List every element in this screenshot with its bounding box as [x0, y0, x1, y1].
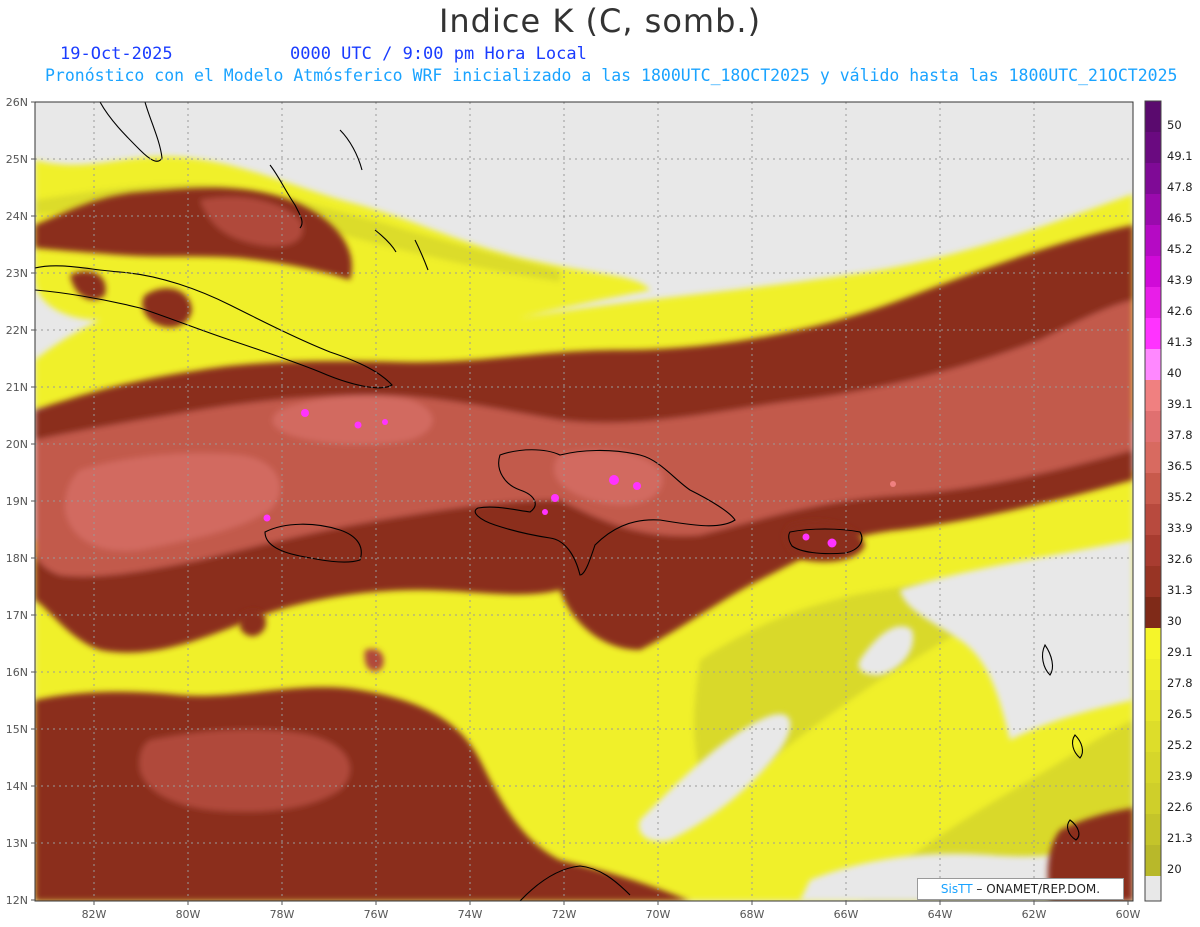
- lat-label: 15N: [6, 723, 28, 736]
- lon-label: 68W: [740, 908, 765, 921]
- colorbar-segment: [1145, 194, 1161, 225]
- colorbar-label: 50: [1167, 118, 1182, 132]
- lon-label: 60W: [1116, 908, 1141, 921]
- colorbar-label: 36.5: [1167, 459, 1193, 473]
- colorbar-segment: [1145, 504, 1161, 535]
- lon-label: 76W: [364, 908, 389, 921]
- colorbar-segment: [1145, 380, 1161, 411]
- lat-label: 16N: [6, 666, 28, 679]
- colorbar-label: 42.6: [1167, 304, 1193, 318]
- lon-label: 82W: [82, 908, 107, 921]
- colorbar-label: 20: [1167, 862, 1182, 876]
- colorbar-segment: [1145, 752, 1161, 783]
- colorbar-label: 35.2: [1167, 490, 1193, 504]
- colorbar-segment: [1145, 349, 1161, 380]
- lat-label: 20N: [6, 438, 28, 451]
- colorbar-label: 31.3: [1167, 583, 1193, 597]
- colorbar-label: 40: [1167, 366, 1182, 380]
- latitude-labels: 26N 25N 24N 23N 22N 21N 20N 19N 18N 17N 16N 15N 14N 1…: [6, 96, 35, 907]
- colorbar-label: 33.9: [1167, 521, 1193, 535]
- colorbar-segment: [1145, 101, 1161, 132]
- colorbar-segment: [1145, 411, 1161, 442]
- colorbar-segment: [1145, 318, 1161, 349]
- lat-label: 25N: [6, 153, 28, 166]
- credit-box: SisTT – ONAMET/REP.DOM.: [917, 878, 1124, 900]
- lon-label: 66W: [834, 908, 859, 921]
- colorbar-label: 32.6: [1167, 552, 1193, 566]
- colorbar-label: 30: [1167, 614, 1182, 628]
- forecast-map: 26N 25N 24N 23N 22N 21N 20N 19N 18N 17N 16N 15N 14N 1…: [6, 96, 1193, 921]
- lat-label: 12N: [6, 894, 28, 907]
- colorbar-label: 29.1: [1167, 645, 1193, 659]
- credit-brand: SisTT: [940, 882, 973, 896]
- colorbar-segment: [1145, 628, 1161, 659]
- colorbar-segment: [1145, 225, 1161, 256]
- colorbar-label: 23.9: [1167, 769, 1193, 783]
- colorbar-label: 45.2: [1167, 242, 1193, 256]
- lat-label: 17N: [6, 609, 28, 622]
- lat-label: 24N: [6, 210, 28, 223]
- lon-label: 74W: [458, 908, 483, 921]
- longitude-labels: 82W 80W 78W 76W 74W 72W 70W 68W 66W 64W 62W 60W: [82, 901, 1141, 921]
- colorbar-segment: [1145, 814, 1161, 845]
- colorbar-segment: [1145, 690, 1161, 721]
- colorbar-segment: [1145, 721, 1161, 752]
- lon-label: 64W: [928, 908, 953, 921]
- colorbar-label: 39.1: [1167, 397, 1193, 411]
- colorbar-segment: [1145, 287, 1161, 318]
- colorbar: 50 49.1 47.8 46.5 45.2 43.9 42.6 41.3 40 39.1 37.8…: [1144, 100, 1193, 902]
- colorbar-segment: [1145, 783, 1161, 814]
- lon-label: 80W: [176, 908, 201, 921]
- lon-label: 62W: [1022, 908, 1047, 921]
- colorbar-segment: [1145, 256, 1161, 287]
- lat-label: 18N: [6, 552, 28, 565]
- colorbar-segment: [1145, 132, 1161, 163]
- colorbar-label: 46.5: [1167, 211, 1193, 225]
- lat-label: 23N: [6, 267, 28, 280]
- colorbar-low-segment: [1145, 876, 1161, 901]
- colorbar-segment: [1145, 659, 1161, 690]
- colorbar-label: 47.8: [1167, 180, 1193, 194]
- lat-label: 22N: [6, 324, 28, 337]
- lat-label: 14N: [6, 780, 28, 793]
- colorbar-label: 27.8: [1167, 676, 1193, 690]
- lat-label: 26N: [6, 96, 28, 109]
- colorbar-label: 43.9: [1167, 273, 1193, 287]
- colorbar-segment: [1145, 845, 1161, 876]
- colorbar-segment: [1145, 163, 1161, 194]
- lon-label: 78W: [270, 908, 295, 921]
- lat-label: 21N: [6, 381, 28, 394]
- lon-label: 72W: [552, 908, 577, 921]
- colorbar-label: 41.3: [1167, 335, 1193, 349]
- colorbar-label: 37.8: [1167, 428, 1193, 442]
- colorbar-label: 22.6: [1167, 800, 1193, 814]
- colorbar-label: 25.2: [1167, 738, 1193, 752]
- colorbar-segment: [1145, 473, 1161, 504]
- map-field: [35, 102, 1133, 901]
- colorbar-label: 26.5: [1167, 707, 1193, 721]
- colorbar-label: 21.3: [1167, 831, 1193, 845]
- lat-label: 19N: [6, 495, 28, 508]
- credit-text: – ONAMET/REP.DOM.: [976, 882, 1101, 896]
- lon-label: 70W: [646, 908, 671, 921]
- lat-label: 13N: [6, 837, 28, 850]
- colorbar-segment: [1145, 566, 1161, 597]
- colorbar-segment: [1145, 535, 1161, 566]
- colorbar-segment: [1145, 597, 1161, 628]
- colorbar-segment: [1145, 442, 1161, 473]
- colorbar-label: 49.1: [1167, 149, 1193, 163]
